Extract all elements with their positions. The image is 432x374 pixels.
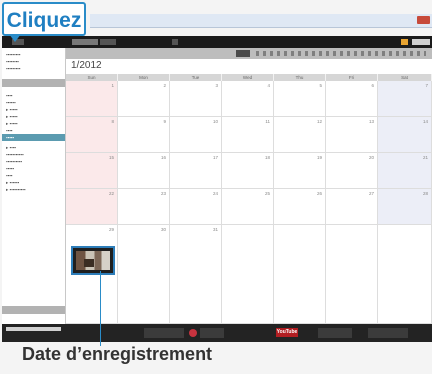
day-cell[interactable]: 1	[66, 81, 118, 117]
callout-pointer	[9, 34, 21, 42]
sidebar-item[interactable]: ▸ ▪▪▪▪	[6, 145, 16, 151]
bottom-button[interactable]	[144, 328, 184, 338]
day-cell[interactable]: 7	[378, 81, 432, 117]
day-cell[interactable]: 5	[274, 81, 326, 117]
record-icon[interactable]	[189, 329, 197, 337]
month-label: 1/2012	[71, 60, 102, 71]
day-cell[interactable]: 2	[118, 81, 170, 117]
sidebar-item[interactable]: ▪▪▪▪▪▪	[6, 100, 16, 105]
day-cell[interactable]: 13	[326, 117, 378, 153]
day-cell[interactable]: 25	[222, 189, 274, 225]
sidebar-item[interactable]: ▸ ▪▪▪▪▪	[6, 114, 18, 120]
day-cell[interactable]: 23	[118, 189, 170, 225]
bottom-toolbar: YouTube	[2, 324, 432, 342]
sidebar-item[interactable]: ▪▪▪▪▪▪▪▪	[6, 59, 19, 64]
day-cell[interactable]: 26	[274, 189, 326, 225]
day-cell[interactable]: 6	[326, 81, 378, 117]
day-cell[interactable]: 27	[326, 189, 378, 225]
close-icon[interactable]	[417, 16, 430, 24]
day-cell[interactable]: 11	[222, 117, 274, 153]
sidebar-item[interactable]: ▸ ▪▪▪▪▪▪	[6, 180, 19, 186]
day-cell[interactable]: 10	[170, 117, 222, 153]
day-cell[interactable]: 8	[66, 117, 118, 153]
day-cell[interactable]: 3	[170, 81, 222, 117]
day-cell[interactable]: 20	[326, 153, 378, 189]
sidebar-item[interactable]: ▸ ▪▪▪▪▪▪▪▪▪▪	[6, 187, 25, 193]
day-cell[interactable]: 19	[274, 153, 326, 189]
day-cell[interactable]	[378, 225, 432, 324]
settings-icon[interactable]	[412, 39, 430, 45]
video-thumbnail[interactable]	[71, 246, 115, 275]
weekday-header: Tue	[170, 74, 222, 81]
sidebar-item[interactable]: ▪▪▪▪▪▪▪▪▪	[6, 66, 20, 71]
sidebar-item[interactable]: ▪▪▪▪▪▪▪▪▪	[6, 52, 20, 57]
weekday-header: Sun	[66, 74, 118, 81]
date-field[interactable]	[236, 50, 250, 57]
weekday-header: Mon	[118, 74, 170, 81]
sidebar-item[interactable]: ▪▪▪▪▪▪▪▪▪▪	[6, 159, 22, 164]
bottom-button[interactable]	[200, 328, 224, 338]
day-cell[interactable]: 14	[378, 117, 432, 153]
sidebar-item[interactable]: ▪▪▪▪	[6, 128, 12, 133]
day-cell[interactable]: 9	[118, 117, 170, 153]
view-mode-button[interactable]	[100, 39, 116, 45]
calendar-view: 1/2012 Sun Mon Tue Wed Thu Fri Sat 1 2 3…	[66, 48, 432, 324]
weekday-header: Sat	[378, 74, 432, 81]
sidebar-item[interactable]: ▪▪▪▪▪▪▪▪▪▪▪	[6, 152, 24, 157]
day-cell[interactable]: 24	[170, 189, 222, 225]
callout-leader-line	[100, 271, 101, 346]
sidebar-item-selected[interactable]: ▪▪▪▪▪	[2, 134, 65, 141]
day-cell[interactable]: 30	[118, 225, 170, 324]
view-toggle[interactable]	[72, 39, 98, 45]
sidebar-item[interactable]: ▪▪▪▪	[6, 173, 12, 178]
day-cell[interactable]: 12	[274, 117, 326, 153]
youtube-button[interactable]: YouTube	[276, 328, 298, 337]
sidebar-divider	[2, 79, 65, 87]
bottom-button[interactable]	[368, 328, 408, 338]
day-cell[interactable]: 28	[378, 189, 432, 225]
day-cell[interactable]: 31	[170, 225, 222, 324]
day-cell[interactable]: 21	[378, 153, 432, 189]
window-titlebar	[90, 14, 432, 28]
day-cell[interactable]	[326, 225, 378, 324]
day-cell[interactable]: 15	[66, 153, 118, 189]
sidebar-item[interactable]: ▸ ▪▪▪▪▪	[6, 107, 18, 113]
weekday-header: Thu	[274, 74, 326, 81]
weekday-header: Wed	[222, 74, 274, 81]
sidebar-item[interactable]: ▸ ▪▪▪▪▪	[6, 121, 18, 127]
day-cell[interactable]: 16	[118, 153, 170, 189]
day-cell[interactable]	[274, 225, 326, 324]
calendar-toolbar	[66, 48, 432, 59]
day-cell[interactable]: 17	[170, 153, 222, 189]
sidebar: ▪▪▪▪▪▪▪▪▪ ▪▪▪▪▪▪▪▪ ▪▪▪▪▪▪▪▪▪ ▪▪▪▪ ▪▪▪▪▪▪…	[2, 48, 66, 324]
day-cell[interactable]: 4	[222, 81, 274, 117]
day-cell[interactable]: 18	[222, 153, 274, 189]
bottom-button[interactable]	[318, 328, 352, 338]
sidebar-item[interactable]: ▪▪▪▪▪	[6, 166, 14, 171]
media-icon[interactable]	[401, 39, 408, 45]
day-cell[interactable]: 22	[66, 189, 118, 225]
callout-label: Cliquez	[2, 2, 86, 36]
sidebar-scrollbar[interactable]	[2, 306, 65, 314]
day-cell[interactable]	[222, 225, 274, 324]
menu-icon[interactable]	[172, 39, 178, 45]
caption: Date d’enregistrement	[22, 344, 213, 364]
thumbnail-image	[76, 251, 110, 270]
weekday-header: Fri	[326, 74, 378, 81]
horizontal-scrollbar[interactable]	[6, 327, 61, 331]
sidebar-item[interactable]: ▪▪▪▪	[6, 93, 12, 98]
timeline-scale[interactable]	[256, 51, 426, 56]
